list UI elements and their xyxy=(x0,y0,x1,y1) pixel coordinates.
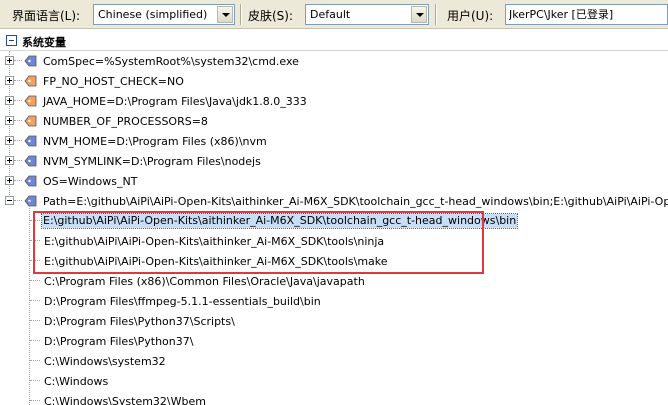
group-header[interactable]: 系统变量 xyxy=(0,30,668,51)
path-entry[interactable]: E:\github\AiPi\AiPi-Open-Kits\aithinker_… xyxy=(0,251,668,271)
variable-row[interactable]: NVM_HOME=D:\Program Files (x86)\nvm xyxy=(0,131,668,151)
tree-connector xyxy=(14,80,22,81)
blue-tag-icon xyxy=(24,55,37,67)
tree-connector xyxy=(14,100,22,101)
path-entry[interactable]: D:\Program Files\Python37\ xyxy=(0,331,668,351)
orange-tag-icon xyxy=(24,75,37,87)
tree-connector xyxy=(14,180,22,181)
path-entry-text: C:\Windows\system32 xyxy=(44,355,166,368)
variable-row[interactable]: NVM_SYMLINK=D:\Program Files\nodejs xyxy=(0,151,668,171)
tree-connector xyxy=(30,260,40,261)
variable-text: OS=Windows_NT xyxy=(43,175,138,188)
tree-connector xyxy=(30,340,40,341)
expand-icon[interactable] xyxy=(5,56,14,65)
orange-tag-icon xyxy=(24,95,37,107)
orange-tag-icon xyxy=(24,115,37,127)
expand-icon[interactable] xyxy=(5,136,14,145)
collapse-group-icon[interactable] xyxy=(6,35,17,46)
variable-text: JAVA_HOME=D:\Program Files\Java\jdk1.8.0… xyxy=(43,95,307,108)
path-entry-text: E:\github\AiPi\AiPi-Open-Kits\aithinker_… xyxy=(40,213,519,229)
expand-icon[interactable] xyxy=(5,116,14,125)
variable-text: Path=E:\github\AiPi\AiPi-Open-Kits\aithi… xyxy=(43,195,668,208)
variable-text: ComSpec=%SystemRoot%\system32\cmd.exe xyxy=(43,55,299,68)
variable-row[interactable]: FP_NO_HOST_CHECK=NO xyxy=(0,71,668,91)
chevron-down-icon[interactable] xyxy=(411,6,427,23)
user-field[interactable] xyxy=(505,4,668,25)
toolbar: 界面语言(L): Chinese (simplified) 皮肤(S): Def… xyxy=(0,0,668,29)
variable-text: NUMBER_OF_PROCESSORS=8 xyxy=(43,115,208,128)
tree-connector xyxy=(30,400,40,401)
skin-label: 皮肤(S): xyxy=(248,9,294,23)
path-entry[interactable]: D:\Program Files\Python37\Scripts\ xyxy=(0,311,668,331)
path-entry-text: E:\github\AiPi\AiPi-Open-Kits\aithinker_… xyxy=(44,255,388,268)
toolbar-separator xyxy=(435,4,437,25)
path-entry[interactable]: C:\Windows\System32\Wbem xyxy=(0,391,668,405)
expand-icon[interactable] xyxy=(5,176,14,185)
tree-connector xyxy=(30,380,40,381)
expand-icon[interactable] xyxy=(5,76,14,85)
path-entry-text: D:\Program Files\ffmpeg-5.1.1-essentials… xyxy=(44,295,321,308)
blue-tag-icon xyxy=(24,135,37,147)
variable-row[interactable]: OS=Windows_NT xyxy=(0,171,668,191)
tree-connector xyxy=(14,60,22,61)
tree-connector xyxy=(30,360,40,361)
path-entry-text: C:\Windows\System32\Wbem xyxy=(44,395,206,405)
path-entry[interactable]: C:\Windows xyxy=(0,371,668,391)
expand-icon[interactable] xyxy=(5,156,14,165)
variable-text: NVM_SYMLINK=D:\Program Files\nodejs xyxy=(43,155,261,168)
tree-connector xyxy=(14,200,22,201)
language-label: 界面语言(L): xyxy=(12,9,81,23)
group-title: 系统变量 xyxy=(22,36,66,49)
path-entry[interactable]: D:\Program Files\ffmpeg-5.1.1-essentials… xyxy=(0,291,668,311)
path-entry-text: D:\Program Files\Python37\Scripts\ xyxy=(44,315,235,328)
skin-value: Default xyxy=(310,8,351,21)
user-input[interactable] xyxy=(509,7,659,20)
path-entry[interactable]: C:\Program Files (x86)\Common Files\Orac… xyxy=(0,271,668,291)
variable-text: NVM_HOME=D:\Program Files (x86)\nvm xyxy=(43,135,267,148)
tree-connector xyxy=(30,280,40,281)
blue-tag-icon xyxy=(24,195,37,207)
variables-tree: ComSpec=%SystemRoot%\system32\cmd.exe FP_… xyxy=(0,51,668,405)
tree-connector xyxy=(30,240,40,241)
path-entry-text: D:\Program Files\Python37\ xyxy=(44,335,194,348)
chevron-down-icon[interactable] xyxy=(217,6,233,23)
tree-connector xyxy=(14,140,22,141)
language-value: Chinese (simplified) xyxy=(98,8,208,21)
variable-row[interactable]: Path=E:\github\AiPi\AiPi-Open-Kits\aithi… xyxy=(0,191,668,211)
skin-combo[interactable]: Default xyxy=(305,4,429,25)
expand-icon[interactable] xyxy=(5,96,14,105)
path-entry-selected[interactable]: E:\github\AiPi\AiPi-Open-Kits\aithinker_… xyxy=(0,211,668,231)
language-combo[interactable]: Chinese (simplified) xyxy=(93,4,235,25)
variable-row[interactable]: NUMBER_OF_PROCESSORS=8 xyxy=(0,111,668,131)
tree-connector xyxy=(14,120,22,121)
variable-row[interactable]: ComSpec=%SystemRoot%\system32\cmd.exe xyxy=(0,51,668,71)
path-entry-text: E:\github\AiPi\AiPi-Open-Kits\aithinker_… xyxy=(44,235,385,248)
toolbar-separator xyxy=(240,4,242,25)
variable-row[interactable]: JAVA_HOME=D:\Program Files\Java\jdk1.8.0… xyxy=(0,91,668,111)
path-entry[interactable]: E:\github\AiPi\AiPi-Open-Kits\aithinker_… xyxy=(0,231,668,251)
blue-tag-icon xyxy=(24,175,37,187)
tree-connector xyxy=(30,320,40,321)
user-label: 用户(U): xyxy=(447,9,494,23)
collapse-icon[interactable] xyxy=(5,196,14,205)
blue-tag-icon xyxy=(24,155,37,167)
tree-connector xyxy=(30,300,40,301)
tree-connector xyxy=(14,160,22,161)
path-entry[interactable]: C:\Windows\system32 xyxy=(0,351,668,371)
path-entry-text: C:\Windows xyxy=(44,375,109,388)
variable-text: FP_NO_HOST_CHECK=NO xyxy=(43,75,184,88)
path-entry-text: C:\Program Files (x86)\Common Files\Orac… xyxy=(44,275,365,288)
tree-connector xyxy=(30,220,40,221)
